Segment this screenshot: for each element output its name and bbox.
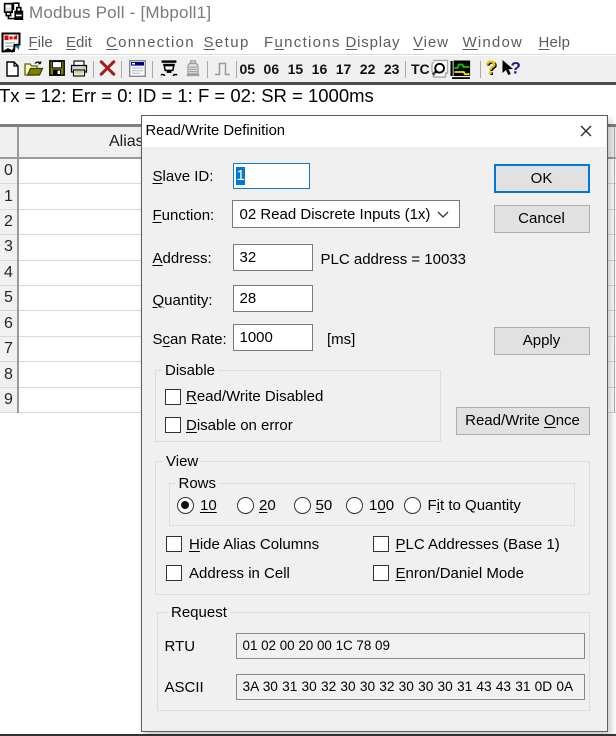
svg-text:?: ? (511, 59, 521, 78)
